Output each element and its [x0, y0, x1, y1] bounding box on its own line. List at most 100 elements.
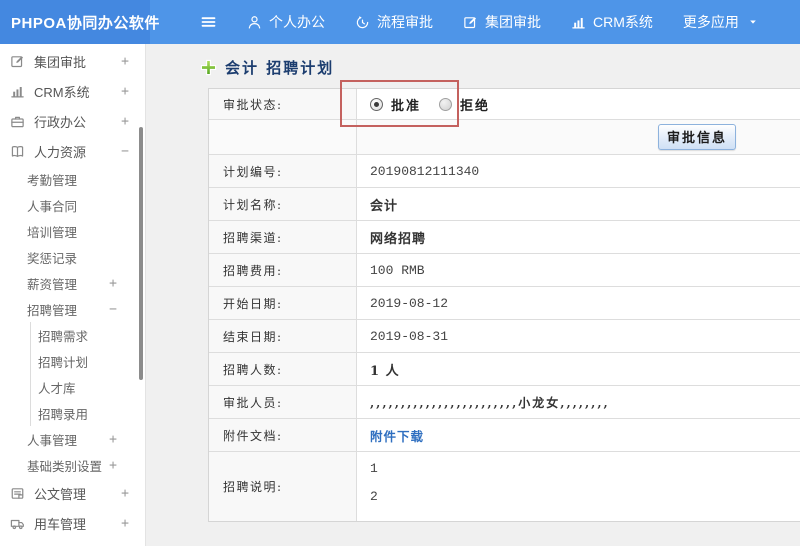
field-value: 12 — [357, 452, 800, 521]
add-plus-icon — [200, 59, 217, 76]
sidebar-item-5[interactable]: 考勤管理 — [0, 166, 145, 192]
detail-table: 审批状态: 批准 拒绝 审批信息 计划编号: 20190812111340 计划名称… — [208, 88, 800, 522]
field-label: 招聘费用: — [209, 254, 357, 286]
field-label: 招聘说明: — [209, 452, 357, 521]
field-label: 计划编号: — [209, 155, 357, 187]
field-row-3: 招聘渠道: 网络招聘 — [209, 221, 800, 254]
expand-plus-icon[interactable]: + — [121, 84, 129, 99]
field-value-text: 会计 — [370, 198, 399, 214]
expand-plus-icon[interactable]: + — [121, 486, 129, 501]
person-icon — [247, 15, 262, 30]
topnav-item-label: 流程审批 — [377, 14, 433, 30]
sidebar-item-17[interactable]: 公文管理 + — [0, 478, 145, 508]
sidebar-item-15[interactable]: 人事管理 + — [0, 426, 145, 452]
edit-square-icon — [10, 54, 26, 69]
topnav-item-5[interactable]: 更多应用 — [683, 12, 758, 32]
expand-plus-icon[interactable]: + — [109, 276, 117, 291]
sidebar-item-label: 奖惩记录 — [27, 251, 78, 266]
approval-info-button[interactable]: 审批信息 — [657, 124, 736, 150]
caret-down-icon — [748, 17, 758, 27]
attachment-download-link[interactable]: 附件下载 — [370, 426, 424, 445]
chart-icon — [10, 84, 26, 99]
collapse-minus-icon[interactable]: − — [109, 302, 117, 317]
field-label: 招聘渠道: — [209, 221, 357, 253]
sidebar-item-label: 人力资源 — [34, 144, 87, 160]
page-title: 会计 招聘计划 — [225, 59, 335, 77]
field-value-text: 2019-08-31 — [370, 328, 449, 344]
sidebar-item-label: 集团审批 — [34, 54, 87, 70]
sidebar-item-label: 培训管理 — [27, 225, 78, 240]
field-value: 会计 — [357, 188, 800, 220]
truck-icon — [10, 516, 26, 531]
approve-radio-label: 批准 — [391, 98, 422, 114]
sidebar-item-11[interactable]: 招聘需求 — [30, 322, 145, 348]
sidebar-item-3[interactable]: 行政办公 + — [0, 106, 145, 136]
sidebar-item-4[interactable]: 人力资源 − — [0, 136, 145, 166]
sidebar-item-label: 基础类别设置 — [27, 459, 103, 474]
sidebar-item-label: 用车管理 — [34, 516, 87, 532]
field-value-text: 100 RMB — [370, 262, 425, 278]
sidebar-item-label: CRM系统 — [34, 84, 90, 100]
hamburger-icon[interactable] — [200, 14, 217, 30]
sidebar-item-10[interactable]: 招聘管理 − — [0, 296, 145, 322]
field-value-text: 2019-08-12 — [370, 295, 449, 311]
sidebar-item-6[interactable]: 人事合同 — [0, 192, 145, 218]
field-value: 附件下载 — [357, 419, 800, 451]
approve-radio[interactable] — [370, 97, 383, 111]
sidebar-item-14[interactable]: 招聘录用 — [30, 400, 145, 426]
sidebar-item-label: 招聘需求 — [38, 329, 89, 344]
field-value: ,,,,,,,,,,,,,,,,,,,,,,,,小龙女,,,,,,,, — [357, 386, 800, 418]
approval-info-label-cell — [209, 120, 357, 154]
sidebar-item-18[interactable]: 用车管理 + — [0, 508, 145, 538]
field-value: 网络招聘 — [357, 221, 800, 253]
reject-radio[interactable] — [439, 97, 453, 111]
expand-plus-icon[interactable]: + — [109, 432, 117, 447]
reject-radio-label: 拒绝 — [460, 98, 491, 114]
expand-plus-icon[interactable]: + — [121, 114, 129, 129]
book-icon — [10, 144, 26, 159]
sidebar-scrollbar-thumb[interactable] — [139, 127, 143, 380]
expand-plus-icon[interactable]: + — [121, 54, 129, 69]
sidebar-item-9[interactable]: 薪资管理 + — [0, 270, 145, 296]
expand-plus-icon[interactable]: + — [121, 516, 129, 531]
sidebar-menu: 集团审批 + CRM系统 + 行政办公 + 人力资源 − 考勤管理 人事合同培训管理奖惩记录薪资管… — [0, 44, 145, 538]
doc-icon — [10, 486, 26, 501]
topnav-item-label: 个人办公 — [269, 14, 325, 30]
field-row-9: 附件文档: 附件下载 — [209, 419, 800, 452]
approval-info-value-cell: 审批信息 — [357, 120, 800, 154]
sidebar-item-12[interactable]: 招聘计划 — [30, 348, 145, 374]
sidebar-item-8[interactable]: 奖惩记录 — [0, 244, 145, 270]
sidebar-item-16[interactable]: 基础类别设置 + — [0, 452, 145, 478]
topnav-item-4[interactable]: CRM系统 — [571, 12, 653, 32]
top-nav: 个人办公 流程审批 集团审批 CRM系统 更多应用 — [200, 0, 758, 44]
field-value-text: 网络招聘 — [370, 231, 427, 247]
field-value-text: ,,,,,,,,,,,,,,,,,,,,,,,,小龙女,,,,,,,, — [370, 395, 610, 410]
field-label: 计划名称: — [209, 188, 357, 220]
topnav-item-label: 集团审批 — [485, 14, 541, 30]
approval-status-value: 批准 拒绝 — [357, 89, 800, 119]
sidebar-item-label: 薪资管理 — [27, 277, 78, 292]
topnav-item-1[interactable]: 个人办公 — [247, 12, 325, 32]
briefcase-icon — [10, 114, 26, 129]
field-row-2: 计划名称: 会计 — [209, 188, 800, 221]
sidebar-item-2[interactable]: CRM系统 + — [0, 76, 145, 106]
approval-info-row: 审批信息 — [209, 120, 800, 155]
field-value-line: 1 — [370, 461, 378, 476]
topnav-item-2[interactable]: 流程审批 — [355, 12, 433, 32]
sidebar-item-1[interactable]: 集团审批 + — [0, 46, 145, 76]
field-row-8: 审批人员: ,,,,,,,,,,,,,,,,,,,,,,,,小龙女,,,,,,,, — [209, 386, 800, 419]
sidebar-item-label: 招聘计划 — [38, 355, 89, 370]
sidebar-item-label: 行政办公 — [34, 114, 87, 130]
collapse-minus-icon[interactable]: − — [121, 144, 129, 159]
topnav-item-label: CRM系统 — [593, 14, 653, 30]
flow-icon — [355, 15, 370, 30]
expand-plus-icon[interactable]: + — [109, 458, 117, 473]
sidebar-item-13[interactable]: 人才库 — [30, 374, 145, 400]
field-value: 100 RMB — [357, 254, 800, 286]
field-row-7: 招聘人数: 1 人 — [209, 353, 800, 386]
sidebar-item-label: 公文管理 — [34, 486, 87, 502]
sidebar-item-label: 人事管理 — [27, 433, 78, 448]
topnav-item-3[interactable]: 集团审批 — [463, 12, 541, 32]
field-value-text: 1 人 — [370, 363, 400, 379]
sidebar-item-7[interactable]: 培训管理 — [0, 218, 145, 244]
